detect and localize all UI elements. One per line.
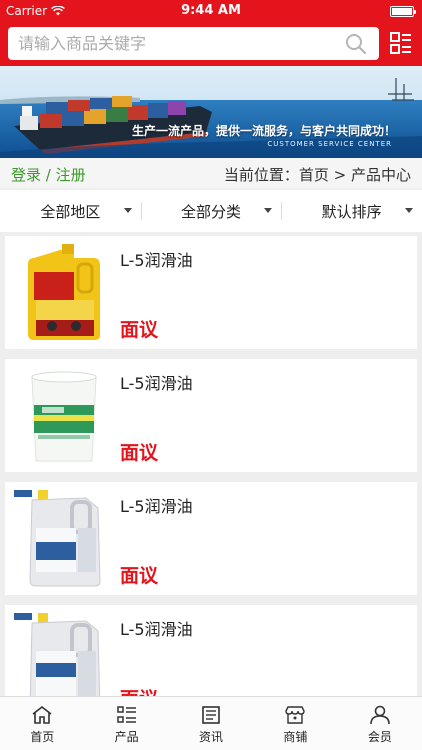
login-link[interactable]: 登录	[11, 166, 41, 184]
product-item[interactable]: L-5润滑油 面议	[5, 359, 417, 472]
product-name: L-5润滑油	[120, 251, 193, 270]
tab-home-label: 首页	[30, 730, 55, 744]
filter-bar: 全部地区 全部分类 默认排序	[0, 190, 422, 232]
product-name: L-5润滑油	[120, 374, 193, 393]
status-bar: Carrier 9:44 AM	[0, 0, 422, 22]
tab-news[interactable]: 资讯	[169, 697, 253, 750]
product-image	[12, 488, 115, 589]
tab-shop[interactable]: 商铺	[253, 697, 337, 750]
shop-icon	[285, 706, 306, 724]
search-icon[interactable]	[345, 33, 367, 55]
product-item[interactable]: L-5润滑油 面议	[5, 236, 417, 349]
product-price: 面议	[120, 319, 159, 341]
product-name: L-5润滑油	[120, 497, 193, 516]
tab-member-label: 会员	[367, 730, 392, 744]
search-input[interactable]	[8, 27, 338, 60]
tab-products[interactable]: 产品	[84, 697, 168, 750]
tab-products-label: 产品	[114, 730, 139, 744]
product-name: L-5润滑油	[120, 620, 193, 639]
auth-separator: /	[45, 166, 51, 184]
product-image	[12, 365, 115, 466]
breadcrumb[interactable]: 当前位置：首页 > 产品中心	[224, 164, 411, 185]
grid-list-icon	[116, 706, 136, 723]
tab-member[interactable]: 会员	[338, 697, 422, 750]
product-price: 面议	[120, 442, 159, 464]
breadcrumb-bar: 登录 / 注册 当前位置：首页 > 产品中心	[0, 158, 422, 188]
top-header: Carrier 9:44 AM	[0, 0, 422, 66]
status-time: 9:44 AM	[181, 3, 241, 18]
product-price: 面议	[120, 565, 159, 587]
user-icon	[370, 705, 390, 725]
product-image	[12, 242, 115, 343]
search-box[interactable]	[8, 27, 379, 60]
filter-category-label: 全部分类	[181, 202, 242, 221]
banner-subtitle: CUSTOMER SERVICE CENTER	[267, 140, 392, 148]
tab-news-label: 资讯	[199, 730, 224, 744]
filter-category[interactable]: 全部分类	[140, 190, 282, 232]
caret-down-icon	[405, 208, 414, 213]
caret-down-icon	[264, 208, 273, 213]
filter-sort-label: 默认排序	[321, 202, 382, 221]
auth-links: 登录 / 注册	[11, 164, 86, 185]
promo-banner[interactable]: 生产一流产品，提供一流服务，与客户共同成功！ CUSTOMER SERVICE …	[0, 66, 422, 158]
news-icon	[202, 706, 220, 724]
product-list[interactable]: L-5润滑油 面议 L-5润滑油 面议 L-5润滑油 面议 L-5润滑油	[0, 236, 422, 696]
product-item[interactable]: L-5润滑油 面议	[5, 605, 417, 696]
tab-home[interactable]: 首页	[0, 697, 84, 750]
home-icon	[32, 705, 52, 724]
filter-region-label: 全部地区	[40, 202, 101, 221]
product-image	[12, 611, 115, 696]
banner-slogan: 生产一流产品，提供一流服务，与客户共同成功！	[131, 124, 396, 138]
battery-icon	[390, 6, 416, 17]
register-link[interactable]: 注册	[56, 166, 86, 184]
tab-bar: 首页 产品 资讯 商铺 会员	[0, 696, 422, 750]
filter-sort[interactable]: 默认排序	[281, 190, 422, 232]
tab-shop-label: 商铺	[283, 730, 308, 744]
caret-down-icon	[123, 208, 132, 213]
filter-region[interactable]: 全部地区	[0, 190, 141, 232]
product-item[interactable]: L-5润滑油 面议	[5, 482, 417, 595]
product-price: 面议	[120, 684, 158, 696]
category-menu-icon[interactable]	[390, 31, 412, 55]
